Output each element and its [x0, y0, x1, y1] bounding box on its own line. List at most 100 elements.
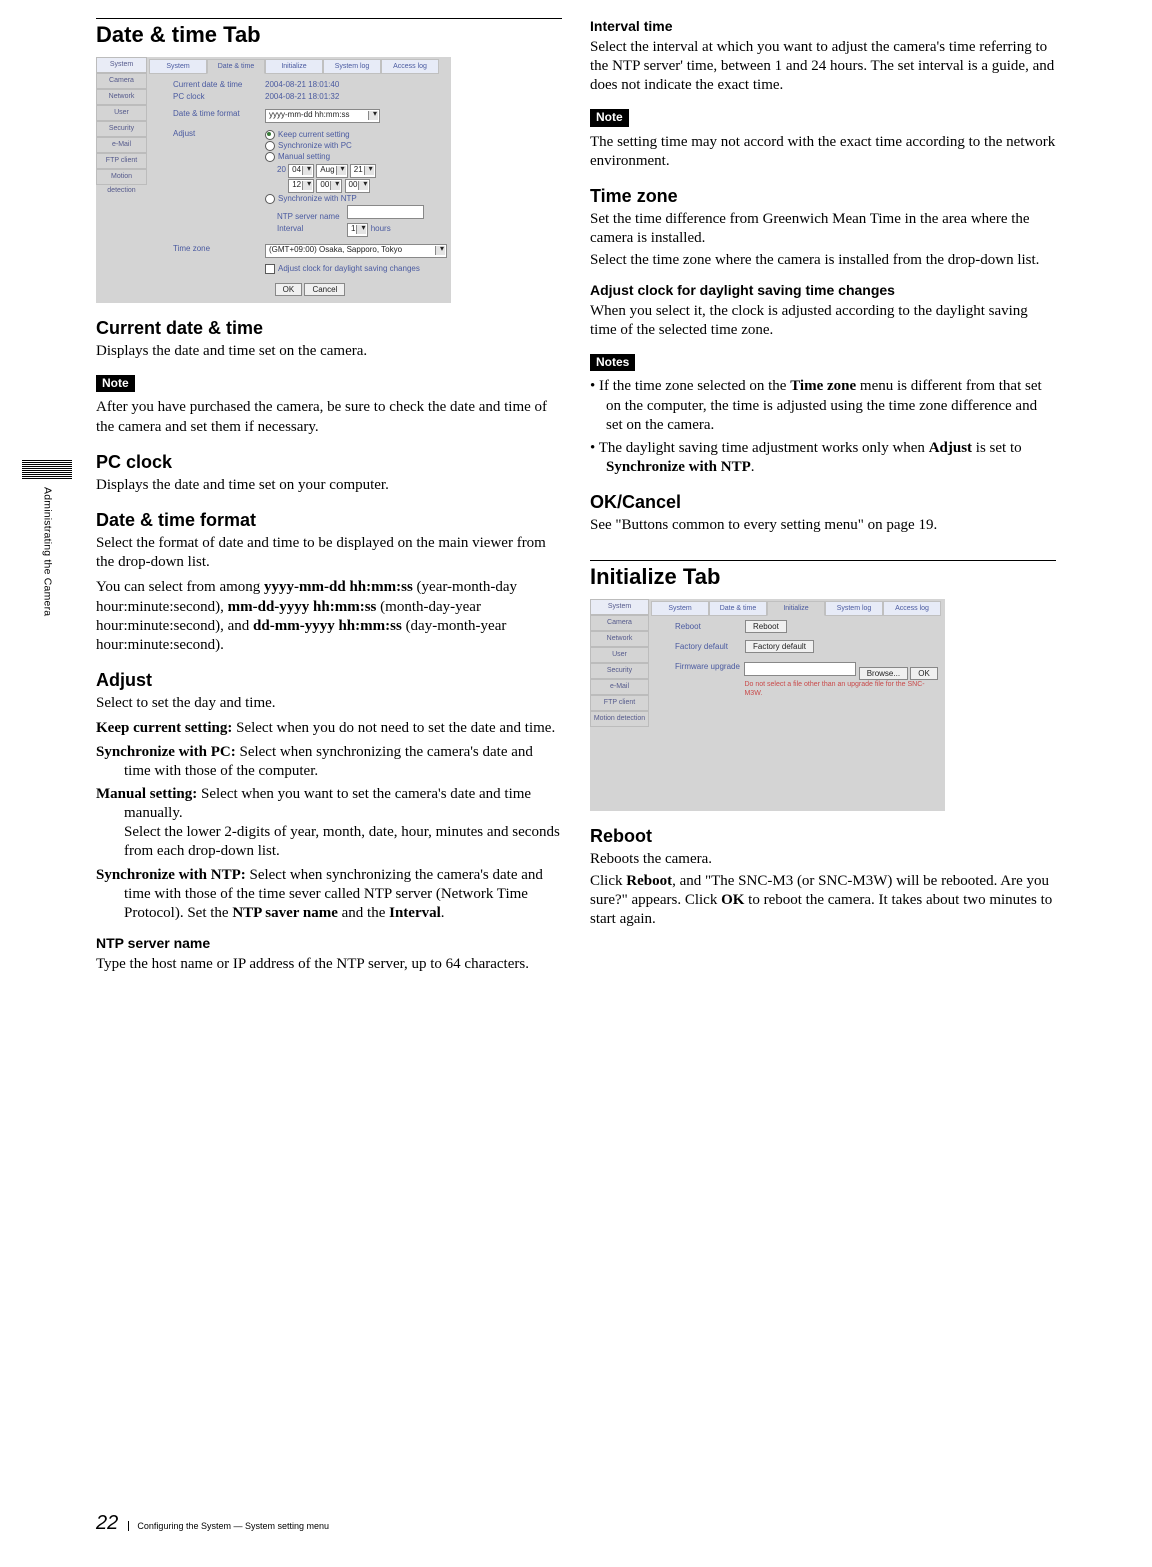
- firmware-path-input[interactable]: [744, 662, 856, 676]
- p-adjust: Select to set the day and time.: [96, 694, 562, 713]
- sidebar2-item-system[interactable]: System: [590, 599, 649, 615]
- manual-year[interactable]: 04: [288, 164, 314, 178]
- notes-list: If the time zone selected on the Time zo…: [590, 377, 1056, 477]
- radio-keep-label: Keep current setting: [278, 130, 350, 139]
- manual-year-prefix: 20: [277, 165, 286, 174]
- tab-system-log[interactable]: System log: [323, 59, 381, 74]
- p-note1: After you have purchased the camera, be …: [96, 398, 562, 436]
- opt-keep: Keep current setting: Select when you do…: [96, 719, 562, 738]
- tab2-system-log[interactable]: System log: [825, 601, 883, 616]
- h-fmt: Date & time format: [96, 509, 562, 532]
- h-ntp-name: NTP server name: [96, 935, 562, 953]
- p-okcancel: See "Buttons common to every setting men…: [590, 516, 1056, 535]
- lbl-fmt: Date & time format: [173, 109, 265, 119]
- radio-sync-pc-label: Synchronize with PC: [278, 141, 352, 150]
- factory-default-button[interactable]: Factory default: [745, 640, 814, 653]
- lbl-timezone: Time zone: [173, 244, 265, 254]
- sidebar-item-ftp[interactable]: FTP client: [96, 153, 147, 169]
- tab-initialize[interactable]: Initialize: [265, 59, 323, 74]
- sidebar-item-email[interactable]: e-Mail: [96, 137, 147, 153]
- tab2-initialize[interactable]: Initialize: [767, 601, 825, 616]
- radio-sync-pc[interactable]: [265, 141, 275, 151]
- h-adjust: Adjust: [96, 669, 562, 692]
- ntp-name-input[interactable]: [347, 205, 424, 219]
- page-number: 22: [96, 1512, 118, 1534]
- tab-system[interactable]: System: [149, 59, 207, 74]
- p-fmt1: Select the format of date and time to be…: [96, 534, 562, 572]
- lbl-interval: Interval: [277, 224, 347, 234]
- browse-button[interactable]: Browse...: [859, 667, 908, 680]
- sidebar2-item-network[interactable]: Network: [590, 631, 649, 647]
- sidebar2-item-email[interactable]: e-Mail: [590, 679, 649, 695]
- h-okcancel: OK/Cancel: [590, 491, 1056, 514]
- note-label-2: Note: [590, 109, 629, 126]
- ok-button[interactable]: OK: [275, 283, 303, 296]
- opt-ntp: Synchronize with NTP: Select when synchr…: [96, 866, 562, 924]
- h-current-date: Current date & time: [96, 317, 562, 340]
- radio-ntp-label: Synchronize with NTP: [278, 194, 357, 203]
- manual-day[interactable]: 21: [350, 164, 376, 178]
- tz-select[interactable]: (GMT+09:00) Osaka, Sapporo, Tokyo: [265, 244, 447, 258]
- sidebar-item-user[interactable]: User: [96, 105, 147, 121]
- shot-main: System Date & time Initialize System log…: [147, 57, 451, 303]
- interval-select[interactable]: 1: [347, 223, 368, 237]
- manual-min[interactable]: 00: [316, 179, 342, 193]
- manual-hour[interactable]: 12: [288, 179, 314, 193]
- firmware-warning: Do not select a file other than an upgra…: [744, 681, 941, 699]
- shot-sidebar: System Camera Network User Security e-Ma…: [96, 57, 147, 303]
- dst-checkbox[interactable]: [265, 264, 275, 274]
- interval-unit: hours: [371, 224, 391, 233]
- h-timezone: Time zone: [590, 185, 1056, 208]
- initialize-screenshot: System Camera Network User Security e-Ma…: [590, 599, 945, 812]
- p-ntp-name: Type the host name or IP address of the …: [96, 955, 562, 974]
- p-reboot2: Click Reboot, and "The SNC-M3 (or SNC-M3…: [590, 872, 1056, 930]
- tab-access-log[interactable]: Access log: [381, 59, 439, 74]
- lbl-ntp-name: NTP server name: [277, 212, 347, 222]
- fmt-select[interactable]: yyyy-mm-dd hh:mm:ss: [265, 109, 380, 123]
- adjust-options: Keep current setting: Select when you do…: [96, 719, 562, 923]
- tab2-access-log[interactable]: Access log: [883, 601, 941, 616]
- sidebar2-item-ftp[interactable]: FTP client: [590, 695, 649, 711]
- sidebar2-item-motion[interactable]: Motion detection: [590, 711, 649, 727]
- chapter-tab: Administrating the Camera: [40, 460, 54, 616]
- val-pc-clock: 2004-08-21 18:01:32: [265, 92, 339, 102]
- lbl-factory: Factory default: [675, 642, 745, 652]
- h-reboot: Reboot: [590, 825, 1056, 848]
- sidebar-item-security[interactable]: Security: [96, 121, 147, 137]
- p-fmt2: You can select from among yyyy-mm-dd hh:…: [96, 578, 562, 655]
- note-item-2: The daylight saving time adjustment work…: [590, 439, 1056, 477]
- date-time-screenshot: System Camera Network User Security e-Ma…: [96, 57, 451, 303]
- radio-keep[interactable]: [265, 130, 275, 140]
- sidebar-item-system[interactable]: System: [96, 57, 147, 73]
- dst-label: Adjust clock for daylight saving changes: [278, 264, 420, 273]
- p-tz1: Set the time difference from Greenwich M…: [590, 210, 1056, 248]
- sidebar-item-network[interactable]: Network: [96, 89, 147, 105]
- p-pc-clock: Displays the date and time set on your c…: [96, 476, 562, 495]
- sidebar2-item-camera[interactable]: Camera: [590, 615, 649, 631]
- sidebar-item-camera[interactable]: Camera: [96, 73, 147, 89]
- radio-manual[interactable]: [265, 152, 275, 162]
- sidebar-item-motion[interactable]: Motion detection: [96, 169, 147, 185]
- cancel-button[interactable]: Cancel: [304, 283, 345, 296]
- val-current-date: 2004-08-21 18:01:40: [265, 80, 339, 90]
- tab2-system[interactable]: System: [651, 601, 709, 616]
- opt-manual-cont: Select the lower 2-digits of year, month…: [96, 823, 562, 861]
- p-note2: The setting time may not accord with the…: [590, 133, 1056, 171]
- manual-sec[interactable]: 00: [345, 179, 371, 193]
- tab-date-time[interactable]: Date & time: [207, 59, 265, 74]
- p-tz2: Select the time zone where the camera is…: [590, 251, 1056, 270]
- opt-sync-pc: Synchronize with PC: Select when synchro…: [96, 743, 562, 781]
- fw-ok-button[interactable]: OK: [910, 667, 938, 680]
- radio-ntp[interactable]: [265, 194, 275, 204]
- note-item-1: If the time zone selected on the Time zo…: [590, 377, 1056, 435]
- date-time-tab-title: Date & time Tab: [96, 18, 562, 49]
- h-pc-clock: PC clock: [96, 451, 562, 474]
- radio-manual-label: Manual setting: [278, 152, 330, 161]
- sidebar2-item-security[interactable]: Security: [590, 663, 649, 679]
- initialize-tab-title: Initialize Tab: [590, 560, 1056, 591]
- tab2-date-time[interactable]: Date & time: [709, 601, 767, 616]
- left-column: Date & time Tab System Camera Network Us…: [96, 18, 562, 980]
- reboot-button[interactable]: Reboot: [745, 620, 787, 633]
- sidebar2-item-user[interactable]: User: [590, 647, 649, 663]
- manual-month[interactable]: Aug: [316, 164, 347, 178]
